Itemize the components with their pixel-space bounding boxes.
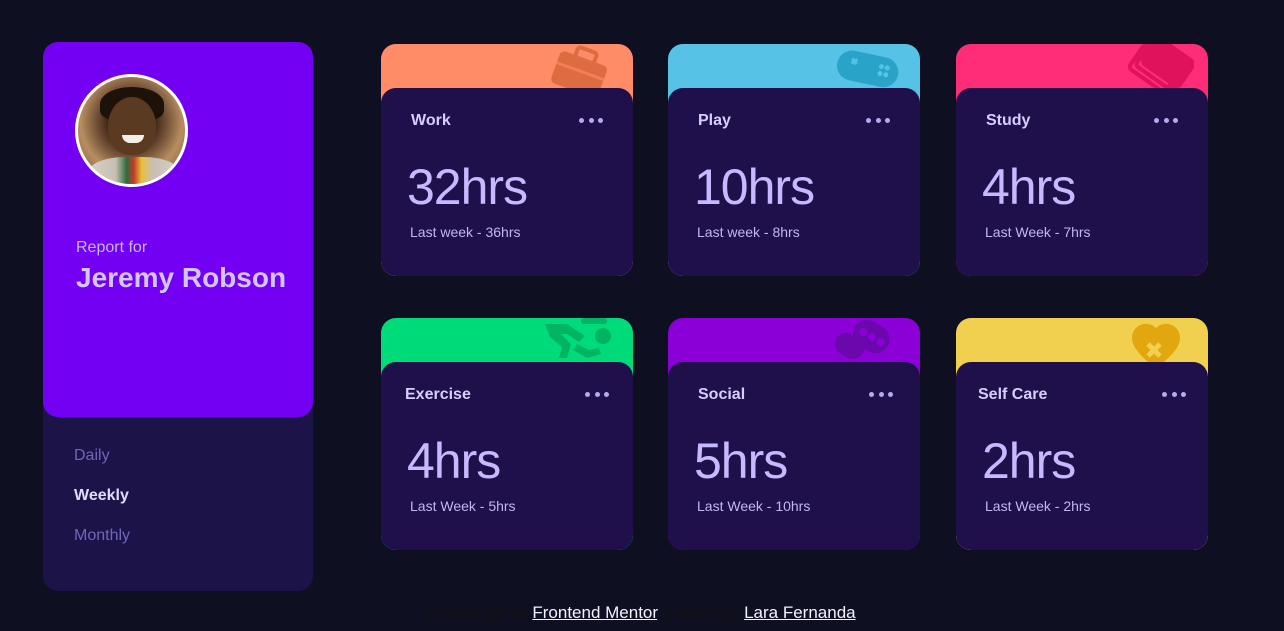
hours-current: 4hrs [407, 433, 501, 489]
footer-middle: . Coded by [657, 603, 740, 622]
card-title: Social [698, 386, 746, 403]
frontend-mentor-link[interactable]: Frontend Mentor [532, 603, 657, 622]
hours-previous: Last Week - 7hrs [985, 224, 1091, 240]
card-play: Play 10hrs Last week - 8hrs [668, 44, 920, 276]
card-title: Self Care [978, 386, 1048, 403]
card-title: Play [698, 112, 731, 129]
user-name: Jeremy Robson [76, 262, 287, 293]
hours-current: 5hrs [694, 433, 788, 489]
card-title: Work [411, 112, 451, 129]
ellipsis-icon[interactable] [579, 112, 603, 128]
avatar [75, 74, 188, 187]
ellipsis-icon[interactable] [866, 112, 890, 128]
hours-previous: Last Week - 2hrs [985, 498, 1091, 514]
card-self-care-body: Self Care 2hrs Last Week - 2hrs [956, 362, 1208, 550]
hours-current: 32hrs [407, 159, 528, 215]
profile-card: Report for Jeremy Robson Daily Weekly Mo… [43, 42, 313, 591]
period-monthly[interactable]: Monthly [74, 527, 130, 545]
card-play-body: Play 10hrs Last week - 8hrs [668, 88, 920, 276]
period-weekly[interactable]: Weekly [74, 487, 130, 505]
profile-header: Report for Jeremy Robson [43, 42, 313, 417]
card-social-body: Social 5hrs Last Week - 10hrs [668, 362, 920, 550]
author-link[interactable]: Lara Fernanda [744, 603, 856, 622]
card-title: Study [986, 112, 1031, 129]
card-exercise: Exercise 4hrs Last Week - 5hrs [381, 318, 633, 550]
hours-current: 4hrs [982, 159, 1076, 215]
ellipsis-icon[interactable] [869, 386, 893, 402]
card-work-body: Work 32hrs Last week - 36hrs [381, 88, 633, 276]
hours-previous: Last week - 36hrs [410, 224, 521, 240]
card-study: Study 4hrs Last Week - 7hrs [956, 44, 1208, 276]
card-study-body: Study 4hrs Last Week - 7hrs [956, 88, 1208, 276]
hours-previous: Last Week - 5hrs [410, 498, 516, 514]
hours-previous: Last Week - 10hrs [697, 498, 811, 514]
report-for-label: Report for [76, 239, 148, 256]
period-daily[interactable]: Daily [74, 447, 130, 465]
footer-prefix: Challenge by [428, 603, 528, 622]
card-work: Work 32hrs Last week - 36hrs [381, 44, 633, 276]
card-exercise-body: Exercise 4hrs Last Week - 5hrs [381, 362, 633, 550]
attribution-footer: Challenge by Frontend Mentor. Coded by L… [0, 603, 1284, 623]
hours-previous: Last week - 8hrs [697, 224, 800, 240]
card-social: Social 5hrs Last Week - 10hrs [668, 318, 920, 550]
ellipsis-icon[interactable] [585, 386, 609, 402]
card-title: Exercise [405, 386, 471, 403]
ellipsis-icon[interactable] [1154, 112, 1178, 128]
hours-current: 2hrs [982, 433, 1076, 489]
hours-current: 10hrs [694, 159, 815, 215]
card-self-care: Self Care 2hrs Last Week - 2hrs [956, 318, 1208, 550]
ellipsis-icon[interactable] [1162, 386, 1186, 402]
period-selector: Daily Weekly Monthly [74, 447, 130, 567]
time-tracking-dashboard: Report for Jeremy Robson Daily Weekly Mo… [0, 0, 1284, 631]
